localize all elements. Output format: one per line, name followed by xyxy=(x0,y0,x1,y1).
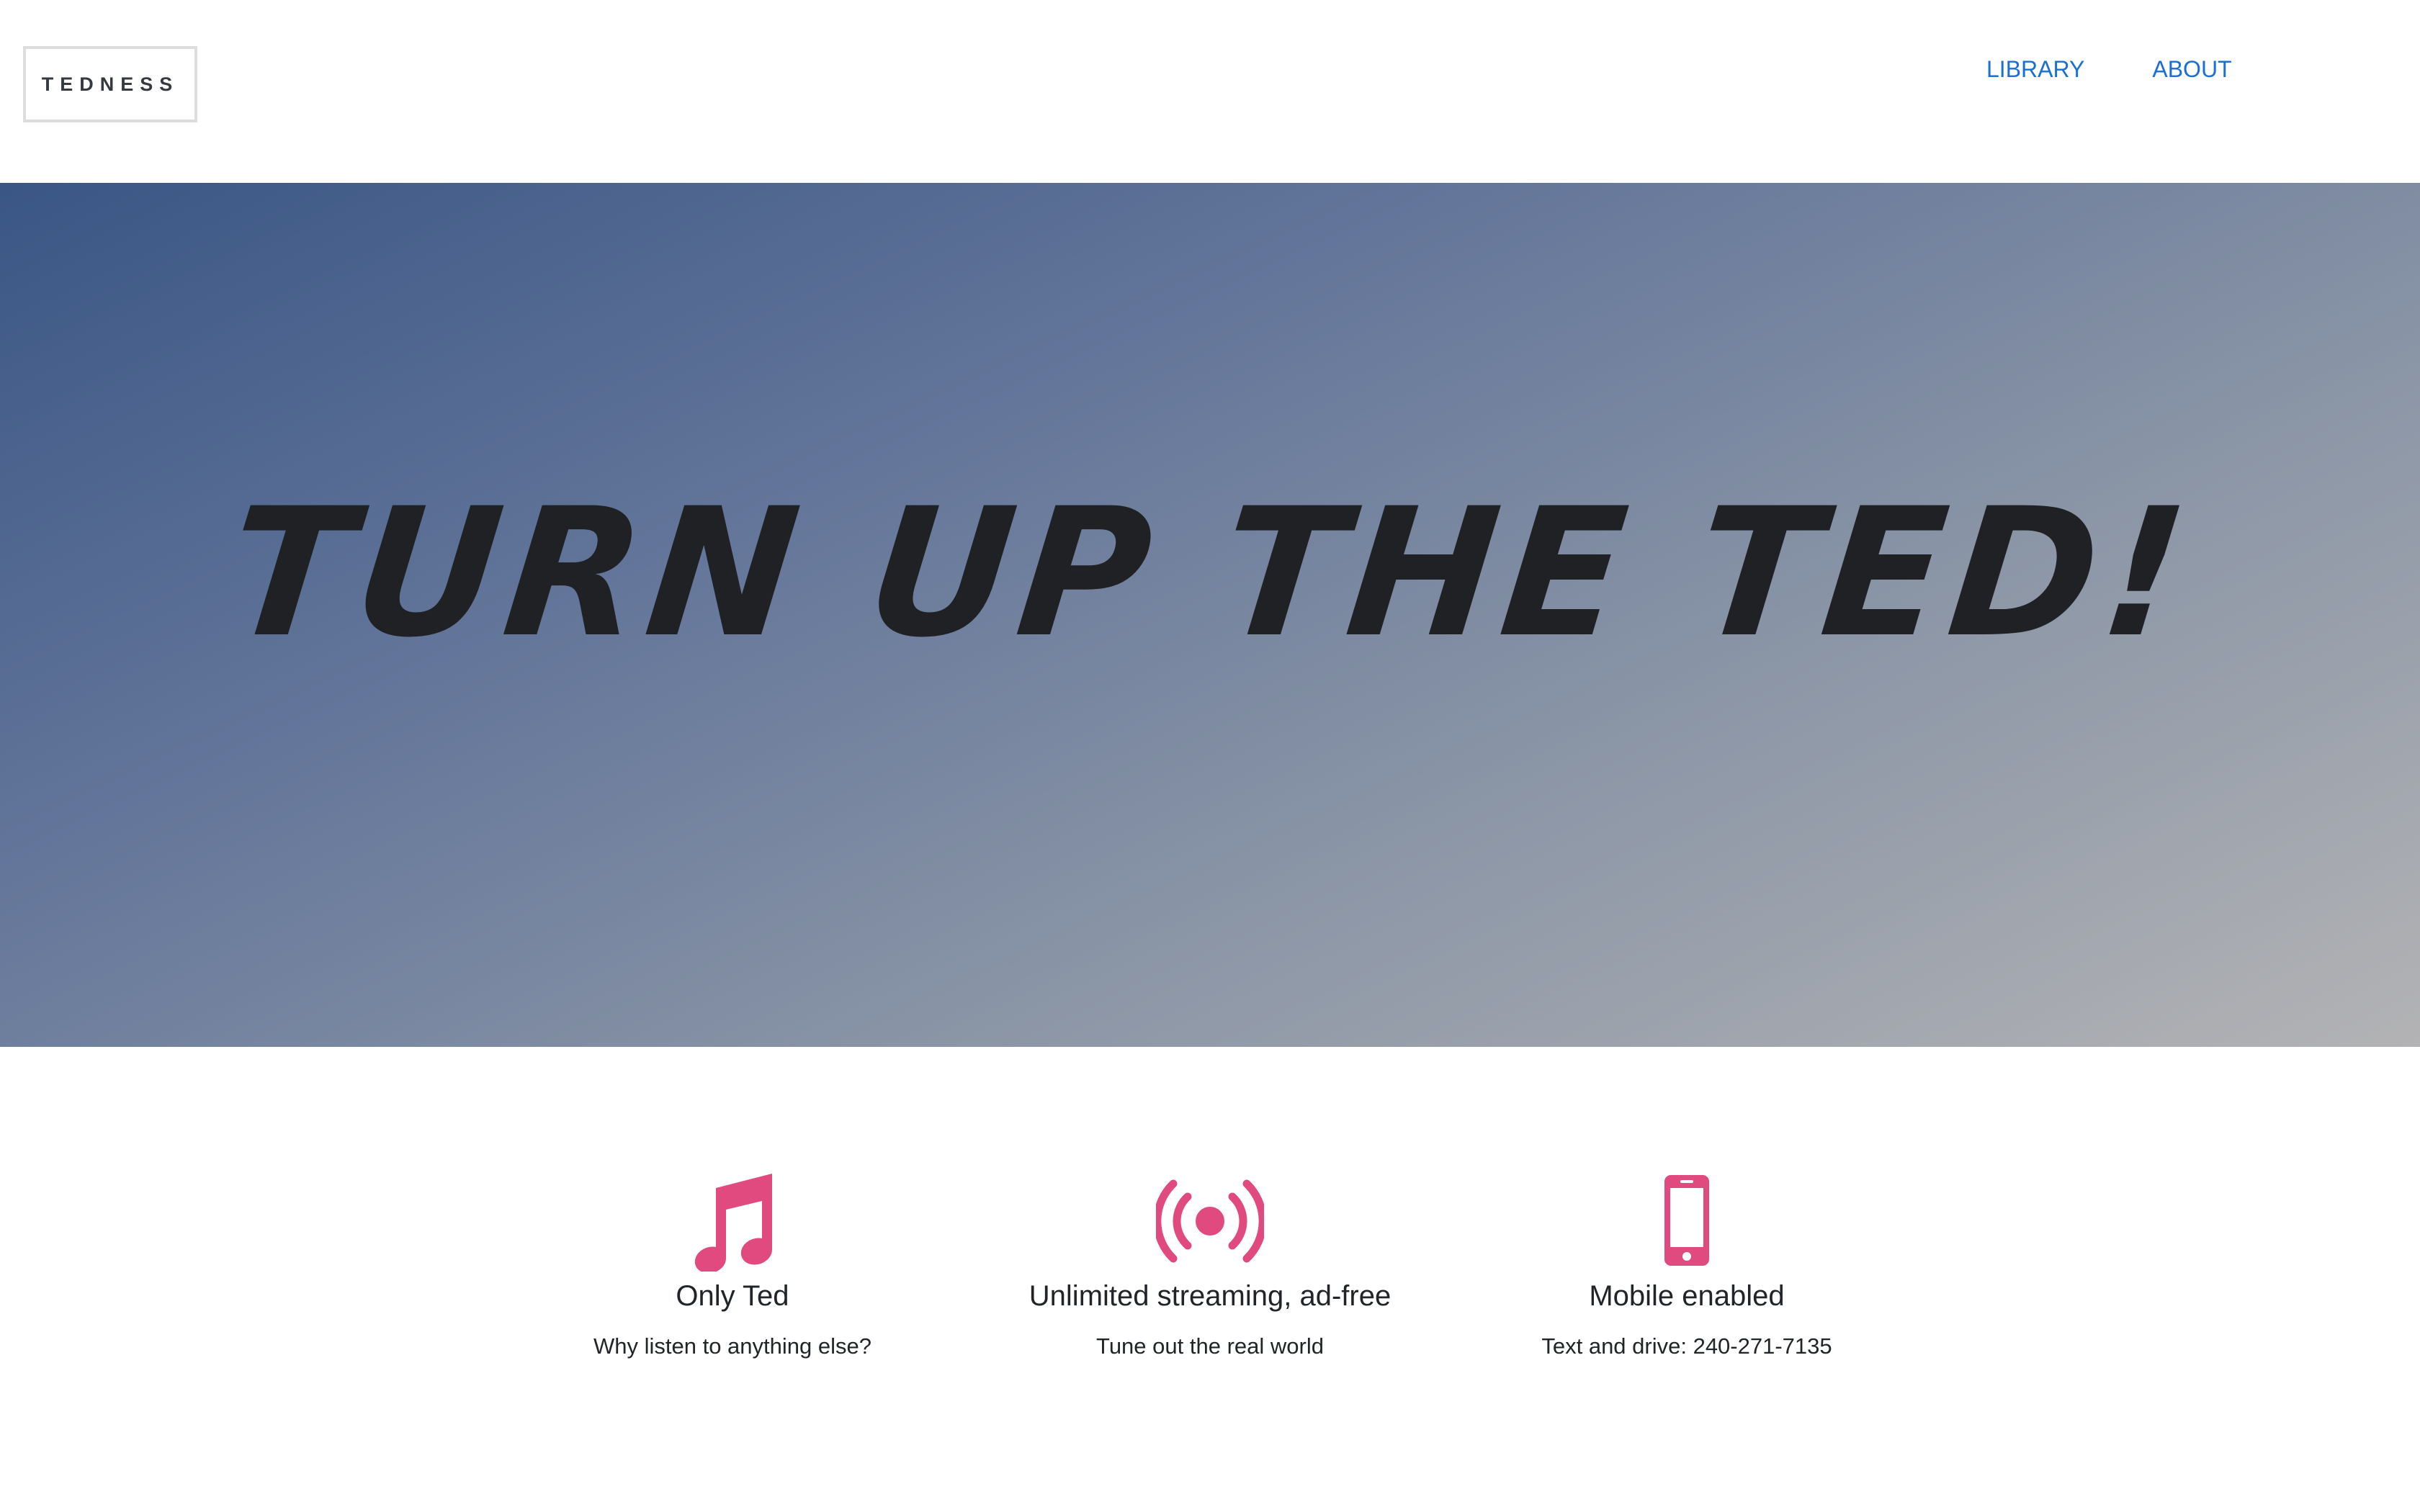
hero-banner: TURN UP THE TED! xyxy=(0,183,2420,1047)
nav-links: LIBRARY ABOUT xyxy=(1986,56,2232,83)
feature-title: Unlimited streaming, ad-free xyxy=(1028,1280,1392,1312)
features-section: Only Ted Why listen to anything else? Un… xyxy=(0,1047,2420,1512)
feature-title: Only Ted xyxy=(676,1280,789,1312)
feature-text: Why listen to anything else? xyxy=(593,1333,871,1359)
music-note-icon xyxy=(509,1169,956,1274)
feature-text: Text and drive: 240-271-7135 xyxy=(1541,1333,1832,1359)
hero-title: TURN UP THE TED! xyxy=(219,471,2201,677)
feature-title: Mobile enabled xyxy=(1589,1280,1785,1312)
mobile-phone-icon xyxy=(1464,1169,1910,1272)
feature-streaming: Unlimited streaming, ad-free Tune out th… xyxy=(987,1169,1433,1362)
feature-mobile: Mobile enabled Text and drive: 240-271-7… xyxy=(1464,1169,1910,1362)
broadcast-icon xyxy=(987,1169,1433,1272)
feature-text: Tune out the real world xyxy=(1096,1333,1324,1359)
brand-logo-link[interactable]: TEDNESS xyxy=(23,46,197,122)
navbar: TEDNESS LIBRARY ABOUT xyxy=(0,0,2420,183)
nav-link-library[interactable]: LIBRARY xyxy=(1986,56,2084,83)
feature-only-ted: Only Ted Why listen to anything else? xyxy=(509,1169,956,1362)
nav-link-about[interactable]: ABOUT xyxy=(2152,56,2231,83)
